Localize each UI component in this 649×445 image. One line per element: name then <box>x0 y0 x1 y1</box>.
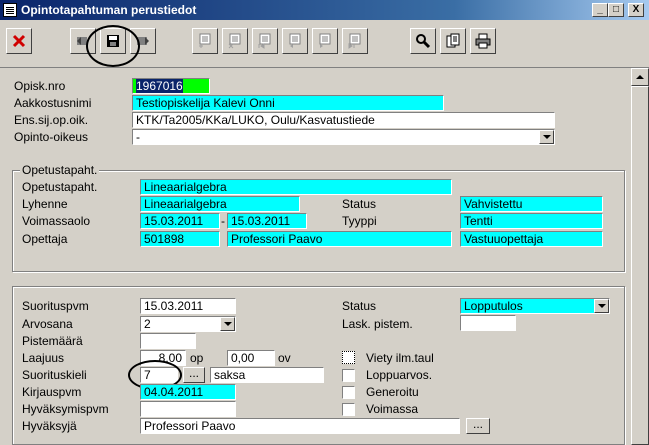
generoitu-checkbox[interactable] <box>342 386 355 399</box>
voimassa-from-field: 15.03.2011 <box>140 213 220 229</box>
delete-record-button[interactable] <box>222 28 248 54</box>
status-chevron-down-icon[interactable] <box>594 299 609 313</box>
tyyppi-label: Tyyppi <box>342 214 377 228</box>
loppuarvos-label: Loppuarvos. <box>366 368 433 382</box>
window-icon <box>3 3 17 17</box>
first-record-button[interactable] <box>252 28 278 54</box>
hyvaksyja-label: Hyväksyjä <box>22 419 77 433</box>
arvosana-chevron-down-icon[interactable] <box>220 317 235 331</box>
prev-icon <box>289 33 301 48</box>
laajuus-label: Laajuus <box>22 351 65 365</box>
next-icon <box>319 33 331 48</box>
kirjauspvm-label: Kirjauspvm <box>22 385 82 399</box>
aakkostusnimi-field[interactable]: Testiopiskelija Kalevi Onni <box>132 95 444 111</box>
lyhenne-label: Lyhenne <box>22 197 68 211</box>
viety-checkbox[interactable] <box>342 351 355 364</box>
ot-status-label: Status <box>342 197 377 211</box>
hyvaksyja-field[interactable]: Professori Paavo <box>140 418 460 434</box>
voimassa-to-field: 15.03.2011 <box>227 213 307 229</box>
pistemaara-label: Pistemäärä <box>22 334 83 348</box>
first-icon <box>258 33 271 49</box>
ens-sij-field[interactable]: KTK/Ta2005/KKa/LUKO, Oulu/Kasvatustiede <box>132 112 555 128</box>
last-record-button[interactable] <box>342 28 368 54</box>
print-button[interactable] <box>470 28 496 54</box>
ot-status-field: Vahvistettu <box>460 196 603 212</box>
chevron-down-icon[interactable] <box>539 130 554 144</box>
lask-pistem-field[interactable] <box>460 315 516 331</box>
prev-record-button[interactable] <box>282 28 308 54</box>
copy-document-icon <box>446 33 460 48</box>
hyvaksyja-lookup-button[interactable]: ... <box>466 418 490 434</box>
viety-label: Viety ilm.taul <box>366 351 434 365</box>
op-unit-label: op <box>190 351 204 365</box>
arvosana-label: Arvosana <box>22 317 73 331</box>
voimassa-separator: - <box>221 214 225 228</box>
opisk-nro-value: 1967016 <box>136 79 183 93</box>
loppuarvos-checkbox[interactable] <box>342 369 355 382</box>
suoritus-status-label: Status <box>342 299 377 313</box>
suorituskieli-name-field: saksa <box>210 367 324 383</box>
minimize-button[interactable]: _ <box>592 3 608 17</box>
opisk-nro-field[interactable]: 1967016 <box>132 78 210 94</box>
printer-icon <box>475 33 491 49</box>
last-icon <box>348 33 361 49</box>
suorituspvm-field[interactable]: 15.03.2011 <box>140 298 236 314</box>
opetustapaht-label: Opetustapaht. <box>22 180 98 194</box>
suorituspvm-label: Suorituspvm <box>22 299 89 313</box>
scroll-thumb[interactable] <box>631 86 649 445</box>
pistemaara-field[interactable] <box>140 333 196 349</box>
opettaja-id-field: 501898 <box>140 231 220 247</box>
opettaja-name-field: Professori Paavo <box>227 231 452 247</box>
scroll-up-button[interactable] <box>631 68 649 86</box>
voimassa-checkbox[interactable] <box>342 403 355 416</box>
opinto-oikeus-label: Opinto-oikeus <box>14 130 89 144</box>
close-button[interactable]: X <box>628 3 644 17</box>
restore-button[interactable]: □ <box>608 3 624 17</box>
opetustapahtuma-legend: Opetustapaht. <box>20 163 100 177</box>
suoritus-status-select[interactable]: Lopputulos <box>460 298 610 314</box>
generoitu-label: Generoitu <box>366 385 419 399</box>
cancel-button[interactable] <box>6 28 32 54</box>
opisk-nro-label: Opisk.nro <box>14 79 66 93</box>
scroll-up-icon <box>636 75 644 79</box>
voimassaolo-label: Voimassaolo <box>22 214 91 228</box>
new-document-icon <box>199 33 211 48</box>
delete-document-icon <box>228 33 241 49</box>
new-record-button[interactable] <box>192 28 218 54</box>
voimassa-label: Voimassa <box>366 402 419 416</box>
ens-sij-label: Ens.sij.op.oik. <box>14 113 89 127</box>
lyhenne-field: Lineaarialgebra <box>140 196 300 212</box>
ov-unit-label: ov <box>278 351 291 365</box>
suorituskieli-label: Suorituskieli <box>22 368 87 382</box>
laajuus-ov-field[interactable]: 0,00 <box>227 350 275 366</box>
suorituskieli-lookup-button[interactable]: ... <box>183 367 205 383</box>
hyvaksymispvm-label: Hyväksymispvm <box>22 402 109 416</box>
search-icon <box>416 34 431 49</box>
aakkostusnimi-label: Aakkostusnimi <box>14 96 92 110</box>
highlight-oval <box>86 25 140 67</box>
lask-pistem-label: Lask. pistem. <box>342 317 413 331</box>
search-button[interactable] <box>410 28 436 54</box>
tyyppi-field: Tentti <box>460 213 603 229</box>
opinto-oikeus-select[interactable]: - <box>132 129 555 145</box>
opettaja-role-field: Vastuuopettaja <box>460 231 603 247</box>
kirjauspvm-field: 04.04.2011 <box>140 384 236 400</box>
opetustapaht-field: Lineaarialgebra <box>140 179 452 195</box>
next-nav-button[interactable] <box>312 28 338 54</box>
window-title: Opintotapahtuman perustiedot <box>21 3 197 17</box>
opettaja-label: Opettaja <box>22 232 68 246</box>
red-x-icon <box>12 34 26 48</box>
copy-button[interactable] <box>440 28 466 54</box>
hyvaksymispvm-field[interactable] <box>140 401 236 417</box>
